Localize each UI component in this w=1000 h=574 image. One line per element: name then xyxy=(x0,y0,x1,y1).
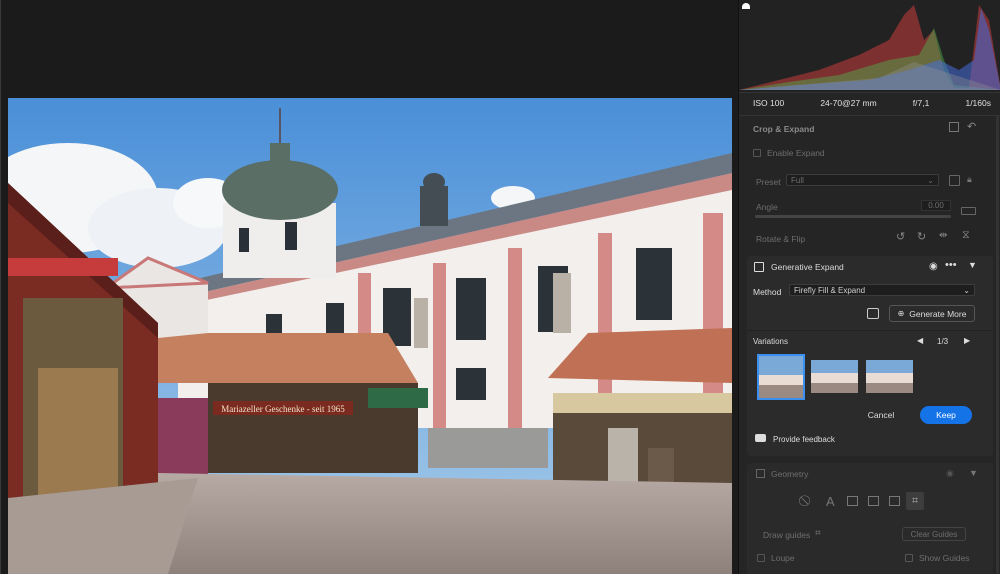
canvas-area: Mariazeller Geschenke - seit 1965 xyxy=(0,0,738,574)
geometry-panel: Geometry ◉ ▼ ⃠ A ⌗ Draw guides ⌗ Clear G… xyxy=(747,463,993,574)
lock-icon[interactable]: 🔒︎ xyxy=(967,174,972,185)
previous-arrow-icon[interactable]: ◀ xyxy=(917,336,923,345)
cancel-button[interactable]: Cancel xyxy=(859,406,903,424)
auto-crop-icon[interactable] xyxy=(949,122,959,132)
draw-guides-icon[interactable]: ⌗ xyxy=(815,528,821,539)
generative-expand-title: Generative Expand xyxy=(771,262,844,272)
chevron-down-icon: ⌄ xyxy=(927,175,934,185)
visibility-eye-icon[interactable]: ◉ xyxy=(946,468,954,479)
loupe-row[interactable]: Loupe xyxy=(757,553,795,563)
divider xyxy=(739,115,1000,116)
variation-thumbnail-2[interactable] xyxy=(811,360,858,393)
loupe-label: Loupe xyxy=(771,553,795,563)
flip-vertical-icon[interactable]: ⧖ xyxy=(962,229,970,242)
show-guides-label: Show Guides xyxy=(919,553,970,563)
method-select[interactable]: Firefly Fill & Expand ⌄ xyxy=(789,284,975,296)
crop-expand-title: Crop & Expand xyxy=(753,124,815,134)
provide-feedback-link[interactable]: Provide feedback xyxy=(773,435,835,444)
clear-guides-button[interactable]: Clear Guides xyxy=(902,527,966,541)
preset-select[interactable]: Full ⌄ xyxy=(786,174,939,186)
show-guides-checkbox[interactable] xyxy=(905,554,913,562)
lens-value: 24-70@27 mm xyxy=(820,98,877,108)
next-arrow-icon[interactable]: ▶ xyxy=(964,336,970,345)
upright-full-icon[interactable] xyxy=(889,496,900,506)
straighten-tool-icon[interactable] xyxy=(961,207,976,215)
chevron-down-icon: ⌄ xyxy=(963,285,970,295)
enable-expand-label: Enable Expand xyxy=(767,148,825,158)
upright-vertical-icon[interactable] xyxy=(868,496,879,506)
rotate-flip-label: Rotate & Flip xyxy=(756,234,806,244)
iso-value: ISO 100 xyxy=(753,98,785,108)
page-indicator: 1/3 xyxy=(937,337,949,346)
collapse-chevron-icon[interactable]: ▼ xyxy=(969,468,978,478)
divider xyxy=(747,330,993,331)
flip-horizontal-icon[interactable]: ⇹ xyxy=(939,230,947,241)
generate-icon: ⊕ xyxy=(897,309,905,318)
histogram-graph xyxy=(739,5,1000,90)
variations-label: Variations xyxy=(753,337,788,346)
angle-slider[interactable] xyxy=(755,215,951,218)
shutter-value: 1/160s xyxy=(965,98,991,108)
photo-illustration: Mariazeller Geschenke - seit 1965 xyxy=(8,98,732,574)
show-guides-row[interactable]: Show Guides xyxy=(905,553,970,563)
aperture-value: f/7,1 xyxy=(912,98,930,108)
preset-value: Full xyxy=(791,175,804,185)
variation-thumbnail-3[interactable] xyxy=(866,360,913,393)
keep-button[interactable]: Keep xyxy=(920,406,972,424)
generate-more-button[interactable]: ⊕ Generate More xyxy=(889,305,975,322)
enable-expand-checkbox[interactable] xyxy=(753,149,761,157)
visibility-eye-icon[interactable]: ◉ xyxy=(929,261,938,272)
generate-more-label: Generate More xyxy=(909,308,967,319)
more-options-icon[interactable]: ••• xyxy=(945,259,957,271)
collapse-chevron-icon[interactable]: ▼ xyxy=(968,260,977,270)
upright-level-icon[interactable] xyxy=(847,496,858,506)
variation-thumbnail-1[interactable] xyxy=(757,354,805,400)
enable-expand-row[interactable]: Enable Expand xyxy=(753,148,825,158)
draw-guides-label: Draw guides xyxy=(763,530,811,540)
upright-auto-icon[interactable]: A xyxy=(826,494,835,509)
method-label: Method xyxy=(753,287,782,297)
right-panel: ISO 100 24-70@27 mm f/7,1 1/160s Crop & … xyxy=(738,0,1000,574)
feedback-icon[interactable] xyxy=(755,434,766,442)
compare-icon[interactable] xyxy=(867,308,879,319)
rotate-right-icon[interactable]: ↻ xyxy=(917,230,926,243)
angle-input[interactable]: 0.00 xyxy=(921,200,951,211)
generative-expand-panel: Generative Expand ◉ ••• ▼ Method Firefly… xyxy=(747,256,993,456)
geometry-title: Geometry xyxy=(771,469,809,479)
rotate-left-icon[interactable]: ↺ xyxy=(896,230,905,243)
loupe-checkbox[interactable] xyxy=(757,554,765,562)
generative-expand-icon xyxy=(754,262,764,272)
crop-orientation-icon[interactable] xyxy=(949,175,960,186)
method-value: Firefly Fill & Expand xyxy=(794,285,866,295)
panel-scrollbar[interactable] xyxy=(996,116,999,574)
histogram xyxy=(739,0,1000,93)
exif-bar: ISO 100 24-70@27 mm f/7,1 1/160s xyxy=(739,93,1000,113)
preset-label: Preset xyxy=(756,177,781,187)
guided-upright-icon[interactable]: ⌗ xyxy=(906,492,924,510)
geometry-icon xyxy=(756,469,765,478)
reset-icon[interactable]: ↶ xyxy=(967,120,976,133)
photo-preview[interactable]: Mariazeller Geschenke - seit 1965 xyxy=(8,98,732,574)
shop-sign: Mariazeller Geschenke - seit 1965 xyxy=(221,404,345,414)
angle-label: Angle xyxy=(756,202,778,212)
